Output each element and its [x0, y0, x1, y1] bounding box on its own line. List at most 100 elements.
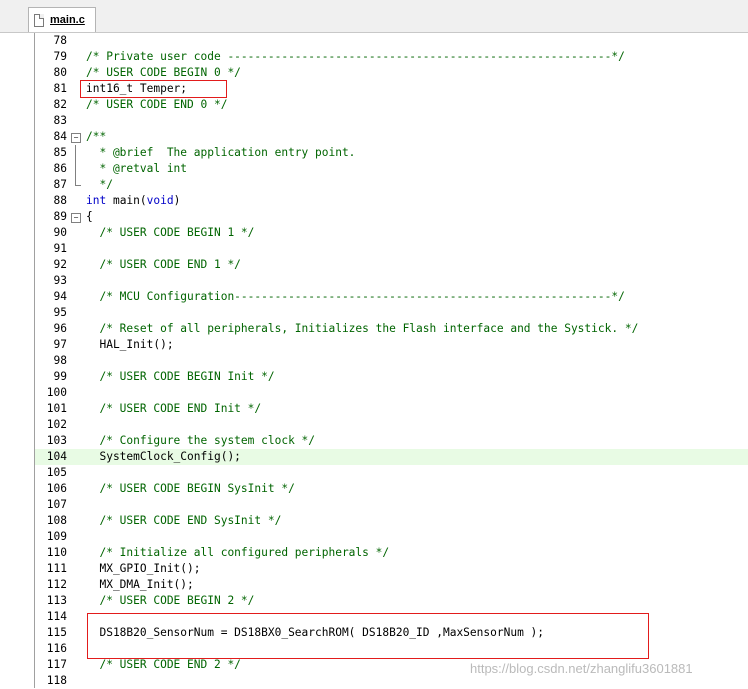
line-number: 96	[53, 322, 67, 335]
fold-collapse-icon[interactable]	[71, 129, 81, 145]
code-line: 101 /* USER CODE END Init */	[35, 401, 748, 417]
code-text: /* USER CODE END SysInit */	[86, 514, 282, 527]
code-text: HAL_Init();	[86, 338, 174, 351]
line-number: 117	[46, 658, 67, 671]
code-text: /* USER CODE BEGIN 0 */	[86, 66, 241, 79]
code-line: 80 /* USER CODE BEGIN 0 */	[35, 65, 748, 81]
line-number: 87	[53, 178, 67, 191]
code-text: /* USER CODE END 0 */	[86, 98, 228, 111]
line-number: 106	[46, 482, 67, 495]
code-line: 105	[35, 465, 748, 481]
fold-guide	[72, 161, 80, 177]
code-line: 85 * @brief The application entry point.	[35, 145, 748, 161]
code-line: 83	[35, 113, 748, 129]
code-token: void	[146, 194, 174, 207]
code-text: /* Reset of all peripherals, Initializes…	[86, 322, 639, 335]
code-line: 110 /* Initialize all configured periphe…	[35, 545, 748, 561]
line-number: 109	[46, 530, 67, 543]
code-text: */	[86, 178, 113, 191]
line-number: 88	[53, 194, 67, 207]
code-text: /* USER CODE END Init */	[86, 402, 262, 415]
code-line: 99 /* USER CODE BEGIN Init */	[35, 369, 748, 385]
code-token: )	[173, 194, 181, 207]
code-line: 100	[35, 385, 748, 401]
code-line: 108 /* USER CODE END SysInit */	[35, 513, 748, 529]
code-text: /* USER CODE END 2 */	[86, 658, 241, 671]
code-text: MX_GPIO_Init();	[86, 562, 201, 575]
code-text: int main(void)	[86, 193, 180, 209]
line-number: 91	[53, 242, 67, 255]
fold-end-guide	[72, 177, 81, 193]
code-token: main(	[106, 194, 147, 207]
code-text: /* Initialize all configured peripherals…	[86, 546, 390, 559]
code-text: /**	[86, 130, 107, 143]
code-line: 92 /* USER CODE END 1 */	[35, 257, 748, 273]
line-number: 79	[53, 50, 67, 63]
line-number: 97	[53, 338, 67, 351]
fold-collapse-icon[interactable]	[71, 209, 81, 225]
code-line: 102	[35, 417, 748, 433]
code-text: SystemClock_Config();	[86, 450, 241, 463]
line-number: 114	[46, 610, 67, 623]
code-line: 112 MX_DMA_Init();	[35, 577, 748, 593]
line-number: 118	[46, 674, 67, 687]
code-text: MX_DMA_Init();	[86, 578, 194, 591]
code-line: 103 /* Configure the system clock */	[35, 433, 748, 449]
line-number: 98	[53, 354, 67, 367]
code-text: * @retval int	[86, 162, 188, 175]
tab-main-c[interactable]: main.c	[28, 7, 96, 32]
code-text: {	[86, 210, 93, 223]
watermark-text: https://blog.csdn.net/zhanglifu3601881	[470, 661, 693, 676]
code-line-current: 104 SystemClock_Config();	[35, 449, 748, 465]
line-number: 110	[46, 546, 67, 559]
code-line: 106 /* USER CODE BEGIN SysInit */	[35, 481, 748, 497]
code-line: 91	[35, 241, 748, 257]
line-number: 104	[46, 450, 67, 463]
code-line: 82 /* USER CODE END 0 */	[35, 97, 748, 113]
code-line: 93	[35, 273, 748, 289]
code-text: /* USER CODE END 1 */	[86, 258, 241, 271]
line-number: 100	[46, 386, 67, 399]
code-text: /* MCU Configuration--------------------…	[86, 290, 625, 303]
code-text: * @brief The application entry point.	[86, 146, 356, 159]
code-line: 79 /* Private user code -----------------…	[35, 49, 748, 65]
line-number: 94	[53, 290, 67, 303]
code-line: 111 MX_GPIO_Init();	[35, 561, 748, 577]
code-line: 98	[35, 353, 748, 369]
line-number: 81	[53, 82, 67, 95]
code-line: 95	[35, 305, 748, 321]
line-number: 105	[46, 466, 67, 479]
code-text: /* USER CODE BEGIN SysInit */	[86, 482, 295, 495]
line-number: 112	[46, 578, 67, 591]
code-line: 86 * @retval int	[35, 161, 748, 177]
code-text: /* USER CODE BEGIN 2 */	[86, 594, 255, 607]
code-line: 84 /**	[35, 129, 748, 145]
line-number: 107	[46, 498, 67, 511]
line-number: 90	[53, 226, 67, 239]
line-number: 82	[53, 98, 67, 111]
line-number: 83	[53, 114, 67, 127]
code-line: 90 /* USER CODE BEGIN 1 */	[35, 225, 748, 241]
code-line: 78	[35, 33, 748, 49]
code-line: 96 /* Reset of all peripherals, Initiali…	[35, 321, 748, 337]
code-line: 94 /* MCU Configuration-----------------…	[35, 289, 748, 305]
code-token: int	[86, 194, 107, 207]
fold-guide	[72, 145, 80, 161]
code-line: 107	[35, 497, 748, 513]
code-line: 113 /* USER CODE BEGIN 2 */	[35, 593, 748, 609]
code-text: /* Private user code -------------------…	[86, 50, 625, 63]
code-editor[interactable]: 78 79 /* Private user code --------------…	[34, 33, 748, 688]
editor-tab-bar: main.c	[0, 0, 748, 33]
line-number: 80	[53, 66, 67, 79]
line-number: 103	[46, 434, 67, 447]
line-number: 113	[46, 594, 67, 607]
highlight-box-searchrom	[87, 613, 649, 659]
c-file-icon	[34, 13, 44, 27]
line-number: 101	[46, 402, 67, 415]
tab-label: main.c	[50, 14, 85, 26]
code-line: 97 HAL_Init();	[35, 337, 748, 353]
line-number: 89	[53, 210, 67, 223]
line-number: 93	[53, 274, 67, 287]
code-text: /* USER CODE BEGIN 1 */	[86, 226, 255, 239]
line-number: 111	[46, 562, 67, 575]
